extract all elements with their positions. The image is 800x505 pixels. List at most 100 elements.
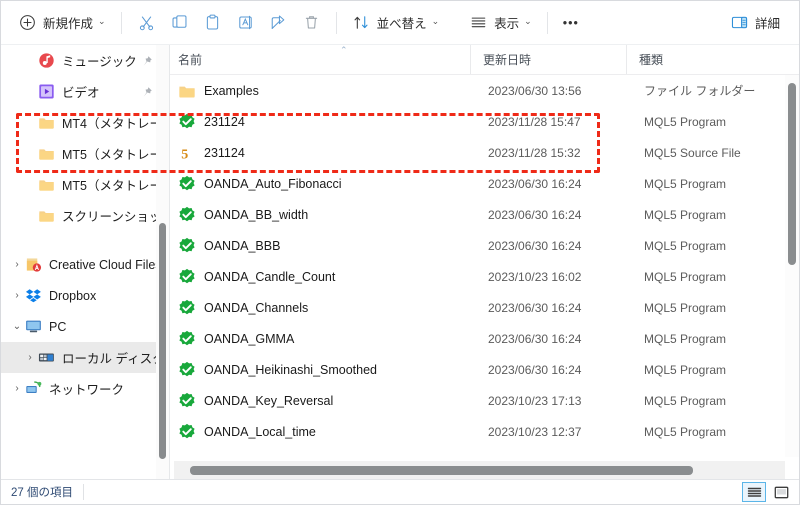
sidebar-item-label: MT5（メタトレーダー5） [62,179,165,193]
sidebar-item-3[interactable]: MT5（メタトレーダー5） [1,138,169,169]
file-type-cell: MQL5 Program [644,331,727,346]
sort-button[interactable]: 並べ替え ⌄ [345,8,447,38]
file-list-vertical-scrollbar-thumb[interactable] [788,83,796,265]
sidebar-item-7[interactable]: › Creative Cloud Files [1,249,169,280]
mql5-program-icon [179,237,195,252]
rename-icon [238,15,252,30]
column-headers: 名前 ⌃ 更新日時 種類 [170,45,799,75]
view-button[interactable]: 表示 ⌄ [462,8,539,38]
sidebar-item-1[interactable]: ビデオ [1,76,169,107]
svg-text:5: 5 [181,147,188,162]
table-row[interactable]: OANDA_BB_width 2023/06/30 16:24 MQL5 Progr… [170,199,799,230]
paste-button[interactable] [196,8,229,38]
file-name-cell: Examples [204,83,259,98]
file-type-cell: MQL5 Program [644,300,727,315]
chevron-down-icon[interactable]: ⌄ [9,319,25,335]
column-header-type[interactable]: 種類 [626,45,799,74]
file-type-cell: MQL5 Program [644,207,727,222]
pc-icon [26,320,41,333]
file-name-cell: OANDA_Auto_Fibonacci [204,176,342,191]
sidebar-item-5[interactable]: スクリーンショット [1,200,169,231]
large-icons-view-icon [774,486,788,498]
share-button[interactable] [262,8,295,38]
plus-circle-icon [20,15,35,30]
sidebar-item-10[interactable]: › ローカル ディスク (C:) [1,342,169,373]
sidebar-scrollbar-thumb[interactable] [159,223,166,459]
content-area: ミュージックビデオ MT4（メタトレーダー4） MT5（メタトレーダー5） MT5（メ… [1,45,799,479]
creative-cloud-icon [26,258,42,272]
mql5-program-icon [179,361,195,376]
share-icon [271,15,284,29]
copy-icon [172,15,187,28]
sidebar-item-8[interactable]: › Dropbox [1,280,169,311]
sort-icon [354,16,368,29]
chevron-down-icon: ⌄ [98,16,106,26]
file-list-vertical-scrollbar[interactable] [785,75,799,457]
more-options-button[interactable]: ••• [556,8,586,38]
copy-button[interactable] [163,8,196,38]
table-row[interactable]: OANDA_GMMA 2023/06/30 16:24 MQL5 Program [170,323,799,354]
details-view-button[interactable] [742,482,766,502]
item-count-label: 27 個の項目 [11,484,84,500]
delete-button[interactable] [295,8,328,38]
mql5-program-icon [179,299,195,314]
file-date-cell: 2023/06/30 16:24 [488,300,582,315]
new-button[interactable]: 新規作成 ⌄ [11,8,113,38]
sidebar-item-4[interactable]: MT5（メタトレーダー5） [1,169,169,200]
table-row[interactable]: OANDA_Auto_Fibonacci 2023/06/30 16:24 MQL5… [170,168,799,199]
chevron-down-icon: ⌄ [431,16,440,26]
toolbar-divider-1 [120,11,122,34]
network-icon [26,381,42,393]
rename-button[interactable] [229,8,262,38]
chevron-right-icon[interactable]: › [9,381,25,397]
table-row[interactable]: OANDA_Heikinashi_Smoothed 2023/06/30 16:2… [170,354,799,385]
pin-icon[interactable] [141,55,153,67]
chevron-right-icon[interactable]: › [9,288,25,304]
sort-button-label: 並べ替え [376,17,427,31]
table-row[interactable]: OANDA_BBB 2023/06/30 16:24 MQL5 Program [170,230,799,261]
column-header-type-label: 種類 [639,53,664,67]
sort-ascending-icon: ⌃ [340,45,348,55]
sidebar-item-9[interactable]: ⌄ PC [1,311,169,342]
details-pane-button[interactable]: 詳細 [723,8,787,38]
chevron-placeholder [22,177,38,193]
sidebar-item-0[interactable]: ミュージック [1,45,169,76]
mql5-program-icon [179,268,195,283]
sidebar-item-2[interactable]: MT4（メタトレーダー4） [1,107,169,138]
column-header-date[interactable]: 更新日時 [470,45,626,74]
table-row[interactable]: OANDA_Candle_Count 2023/10/23 16:02 MQL5 P… [170,261,799,292]
file-date-cell: 2023/06/30 16:24 [488,176,582,191]
file-list-pane: 名前 ⌃ 更新日時 種類 Examples 2023/06/30 13:56 ファイ… [170,45,799,479]
table-row[interactable]: Examples 2023/06/30 13:56 ファイル フォルダー [170,75,799,106]
view-list-icon [471,17,486,28]
file-type-cell: MQL5 Program [644,176,727,191]
sidebar-item-11[interactable]: › ネットワーク [1,373,169,404]
sidebar-scrollbar[interactable] [156,45,169,479]
table-row[interactable]: 231124 2023/11/28 15:47 MQL5 Program [170,106,799,137]
pin-icon[interactable] [141,86,153,98]
column-header-date-label: 更新日時 [483,53,532,67]
folder-icon [179,86,195,97]
table-row[interactable]: OANDA_Local_time 2023/10/23 12:37 MQL5 Pro… [170,416,799,447]
mql5-program-icon [179,392,195,407]
table-row[interactable]: 5 231124 2023/11/28 15:32 MQL5 Source File [170,137,799,168]
file-type-cell: MQL5 Program [644,424,727,439]
file-list-horizontal-scrollbar-thumb[interactable] [190,466,693,475]
cut-button[interactable] [130,8,163,38]
folder-icon [39,118,54,129]
file-date-cell: 2023/11/28 15:47 [488,114,581,129]
table-row[interactable]: OANDA_Channels 2023/06/30 16:24 MQL5 Progr… [170,292,799,323]
chevron-right-icon[interactable]: › [9,257,25,273]
file-type-cell: MQL5 Source File [644,145,741,160]
file-name-cell: OANDA_Candle_Count [204,269,336,284]
file-type-cell: MQL5 Program [644,269,727,284]
file-list-horizontal-scrollbar[interactable] [174,461,785,479]
table-row[interactable]: OANDA_Key_Reversal 2023/10/23 17:13 MQL5 P… [170,385,799,416]
file-name-cell: OANDA_Key_Reversal [204,393,334,408]
file-name-cell: OANDA_GMMA [204,331,295,346]
chevron-placeholder [22,208,38,224]
large-icons-view-button[interactable] [769,482,793,502]
column-header-name[interactable]: 名前 ⌃ [178,45,470,74]
chevron-right-icon[interactable]: › [22,350,38,366]
